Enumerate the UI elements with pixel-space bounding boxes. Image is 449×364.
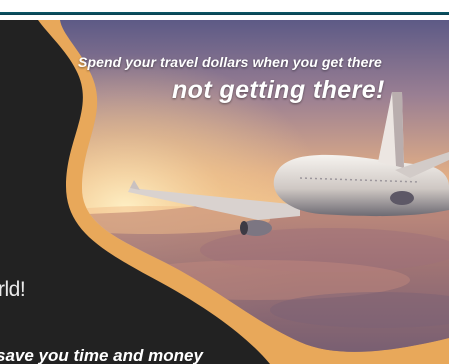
promo-headline-line1: Spend your travel dollars when you get t…	[78, 54, 382, 70]
banner-left-tagline: save you time and money	[0, 346, 203, 364]
header-border	[0, 12, 449, 15]
banner-left-heading: rld!	[0, 278, 26, 301]
banner-artwork	[0, 20, 449, 364]
travel-banner[interactable]: Spend your travel dollars when you get t…	[0, 20, 449, 364]
page-top-area	[0, 0, 449, 12]
promo-headline-line2: not getting there!	[172, 76, 385, 104]
